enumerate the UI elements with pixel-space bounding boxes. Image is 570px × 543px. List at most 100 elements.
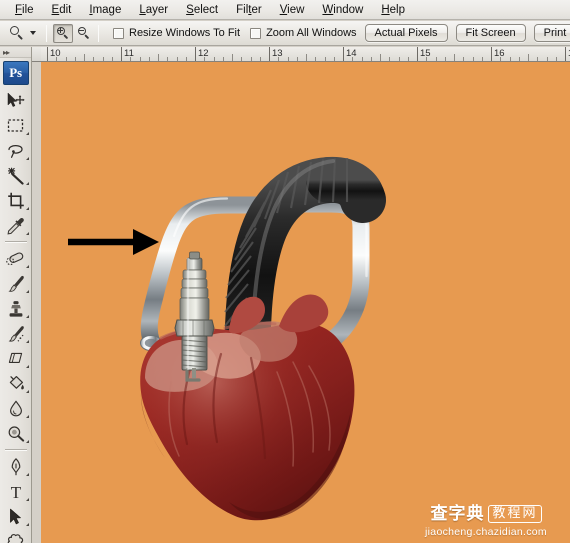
flyout-triangle-icon[interactable]: [25, 204, 29, 210]
photoshop-logo: Ps: [2, 61, 29, 85]
double-chevron-right-icon[interactable]: ▸▸: [3, 49, 10, 57]
menu-window[interactable]: Window: [313, 1, 372, 19]
annotation-arrow: [68, 229, 159, 255]
marquee-icon: [7, 118, 23, 132]
move-tool[interactable]: [1, 88, 31, 113]
crop-tool[interactable]: [1, 188, 31, 213]
dodge-tool[interactable]: [1, 421, 31, 446]
flyout-triangle-icon[interactable]: [25, 337, 29, 343]
flyout-triangle-icon[interactable]: [25, 312, 29, 318]
clone-stamp-icon: [9, 300, 22, 317]
tool-divider: [4, 241, 27, 243]
zoom-out-button[interactable]: [74, 24, 94, 43]
document-canvas[interactable]: 查字典 教程网 jiaocheng.chazidian.com: [41, 62, 570, 543]
flyout-triangle-icon[interactable]: [25, 287, 29, 293]
ruler-tick: [565, 47, 566, 61]
ruler-tick: [269, 47, 270, 61]
eyedropper-tool[interactable]: [1, 213, 31, 238]
ruler-minor-tick: [84, 54, 85, 61]
ruler-tick: [417, 47, 418, 61]
divider: [98, 24, 99, 42]
checkbox-label: Resize Windows To Fit: [129, 27, 241, 39]
flyout-triangle-icon[interactable]: [25, 387, 29, 393]
eraser-icon: [8, 352, 23, 363]
tool-preset-picker[interactable]: [0, 21, 42, 45]
menu-view[interactable]: View: [271, 1, 314, 19]
fit-screen-button[interactable]: Fit Screen: [455, 24, 526, 42]
type-tool-icon: T: [10, 483, 21, 501]
crop-icon: [7, 192, 24, 209]
ruler-minor-tick: [528, 54, 529, 61]
zoom-in-icon: [56, 26, 70, 40]
ruler-minor-tick: [380, 54, 381, 61]
brush-icon: [7, 275, 24, 292]
zoom-in-button[interactable]: [53, 23, 73, 43]
flyout-triangle-icon[interactable]: [25, 520, 29, 526]
ruler-minor-tick: [232, 54, 233, 61]
anatomical-heart: [140, 294, 355, 521]
checkbox-label: Zoom All Windows: [266, 27, 357, 39]
path-selection-tool[interactable]: [1, 504, 31, 529]
blur-tool[interactable]: [1, 396, 31, 421]
dodge-icon: [8, 425, 24, 442]
flyout-triangle-icon[interactable]: [25, 179, 29, 185]
flyout-triangle-icon[interactable]: [25, 495, 29, 501]
history-brush-icon: [8, 325, 24, 342]
gradient-tool[interactable]: [1, 371, 31, 396]
photoshop-window: File Edit Image Layer Select Filter View…: [0, 0, 570, 543]
flyout-triangle-icon[interactable]: [25, 154, 29, 160]
custom-shape-tool[interactable]: [1, 529, 31, 543]
flyout-triangle-icon[interactable]: [25, 129, 29, 135]
clone-stamp-tool[interactable]: [1, 296, 31, 321]
checkbox-box[interactable]: [250, 27, 262, 39]
rectangular-marquee-tool[interactable]: [1, 113, 31, 138]
menu-edit[interactable]: Edit: [43, 1, 81, 19]
pen-icon: [11, 457, 20, 475]
checkbox-box[interactable]: [113, 27, 124, 39]
svg-text:T: T: [10, 483, 21, 501]
history-brush-tool[interactable]: [1, 321, 31, 346]
menu-layer[interactable]: Layer: [130, 1, 177, 19]
flyout-triangle-icon[interactable]: [25, 412, 29, 418]
artwork: [68, 156, 386, 521]
lasso-tool[interactable]: [1, 138, 31, 163]
tools-panel: ▸▸ Ps T: [0, 47, 32, 543]
flyout-triangle-icon[interactable]: [25, 262, 29, 268]
flyout-triangle-icon[interactable]: [25, 437, 29, 443]
brush-tool[interactable]: [1, 271, 31, 296]
healing-brush-tool[interactable]: [1, 246, 31, 271]
horizontal-ruler[interactable]: 1011121314151617: [41, 47, 570, 62]
menu-bar: File Edit Image Layer Select Filter View…: [0, 0, 570, 20]
ruler-tick: [195, 47, 196, 61]
horizontal-type-tool[interactable]: T: [1, 479, 31, 504]
blur-drop-icon: [9, 399, 22, 416]
magic-wand-tool[interactable]: [1, 163, 31, 188]
menu-select[interactable]: Select: [177, 1, 227, 19]
actual-pixels-button[interactable]: Actual Pixels: [364, 24, 448, 42]
print-size-button[interactable]: Print Size: [533, 24, 570, 42]
zoom-all-windows-checkbox[interactable]: Zoom All Windows: [250, 27, 357, 39]
menu-image[interactable]: Image: [80, 1, 130, 19]
ruler-label: 11: [124, 48, 134, 59]
flyout-triangle-icon[interactable]: [25, 362, 29, 368]
menu-help[interactable]: Help: [372, 1, 414, 19]
menu-filter[interactable]: Filter: [227, 1, 271, 19]
ruler-tick: [47, 47, 48, 61]
zoom-tool-icon: [10, 25, 25, 41]
divider: [46, 24, 47, 42]
magic-wand-icon: [7, 167, 24, 185]
ruler-tick: [343, 47, 344, 61]
flyout-triangle-icon[interactable]: [25, 229, 29, 235]
ruler-tick: [121, 47, 122, 61]
eraser-tool[interactable]: [1, 346, 31, 371]
ruler-tick: [491, 47, 492, 61]
menu-file[interactable]: File: [6, 1, 43, 19]
options-bar: Resize Windows To Fit Zoom All Windows A…: [0, 21, 570, 46]
lasso-icon: [7, 144, 23, 158]
pen-tool[interactable]: [1, 454, 31, 479]
flyout-triangle-icon[interactable]: [25, 470, 29, 476]
tools-panel-collapse-bar[interactable]: ▸▸: [0, 47, 31, 58]
chevron-down-icon[interactable]: [30, 31, 36, 35]
resize-windows-to-fit-checkbox[interactable]: Resize Windows To Fit: [113, 27, 240, 39]
paint-bucket-icon: [9, 375, 24, 389]
